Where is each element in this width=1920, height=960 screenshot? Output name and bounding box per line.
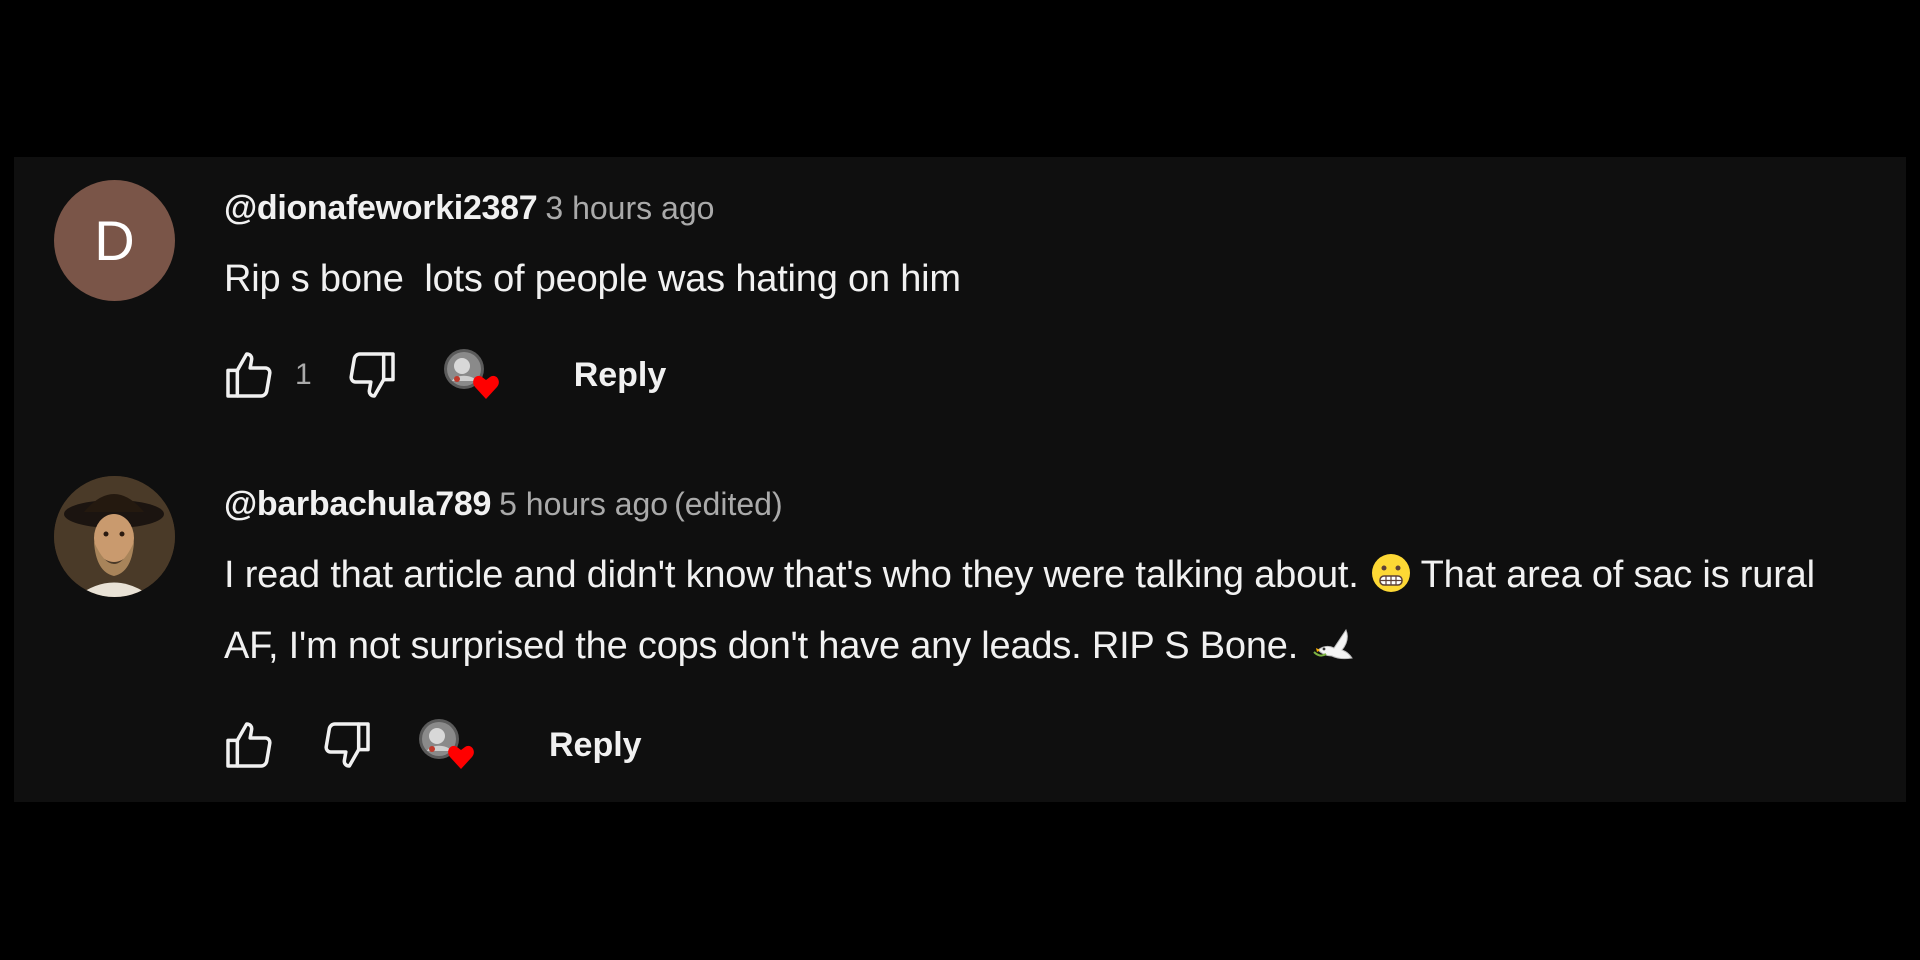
author-name[interactable]: @dionafeworki2387 [224,189,538,227]
like-icon [226,352,272,398]
dislike-icon [349,352,395,398]
edited-label: (edited) [674,486,783,522]
comment-time[interactable]: 5 hours ago [499,486,668,522]
avatar-letter: D [94,209,135,272]
comments-panel: D @dionafeworki2387 3 hours ago Rip s bon… [14,157,1906,802]
dislike-icon [324,722,370,768]
like-button[interactable] [219,717,279,773]
comment-actions: Reply [219,710,642,780]
comment-header: @dionafeworki2387 3 hours ago [224,185,714,238]
creator-heart-icon [415,715,485,775]
avatar[interactable]: D [54,180,175,301]
reply-button[interactable]: Reply [549,726,642,765]
like-icon [226,722,272,768]
grimacing-emoji [1371,549,1411,614]
author-name[interactable]: @barbachula789 [224,485,491,523]
reply-button[interactable]: Reply [574,356,667,395]
comment-header: @barbachula789 5 hours ago (edited) [224,481,783,534]
like-button[interactable] [219,347,279,403]
like-count: 1 [295,358,312,391]
dislike-button[interactable] [317,717,377,773]
dove-emoji [1312,622,1356,687]
avatar[interactable] [54,476,175,597]
comment-text-part1: I read that article and didn't know that… [224,554,1359,596]
dislike-button[interactable] [342,347,402,403]
comment-text: Rip s bone lots of people was hating on … [224,258,961,300]
comment-text: I read that article and didn't know that… [224,543,1864,687]
comment-time[interactable]: 3 hours ago [545,190,714,226]
comment-actions: 1 Reply [219,340,666,410]
creator-heart-icon [440,345,510,405]
